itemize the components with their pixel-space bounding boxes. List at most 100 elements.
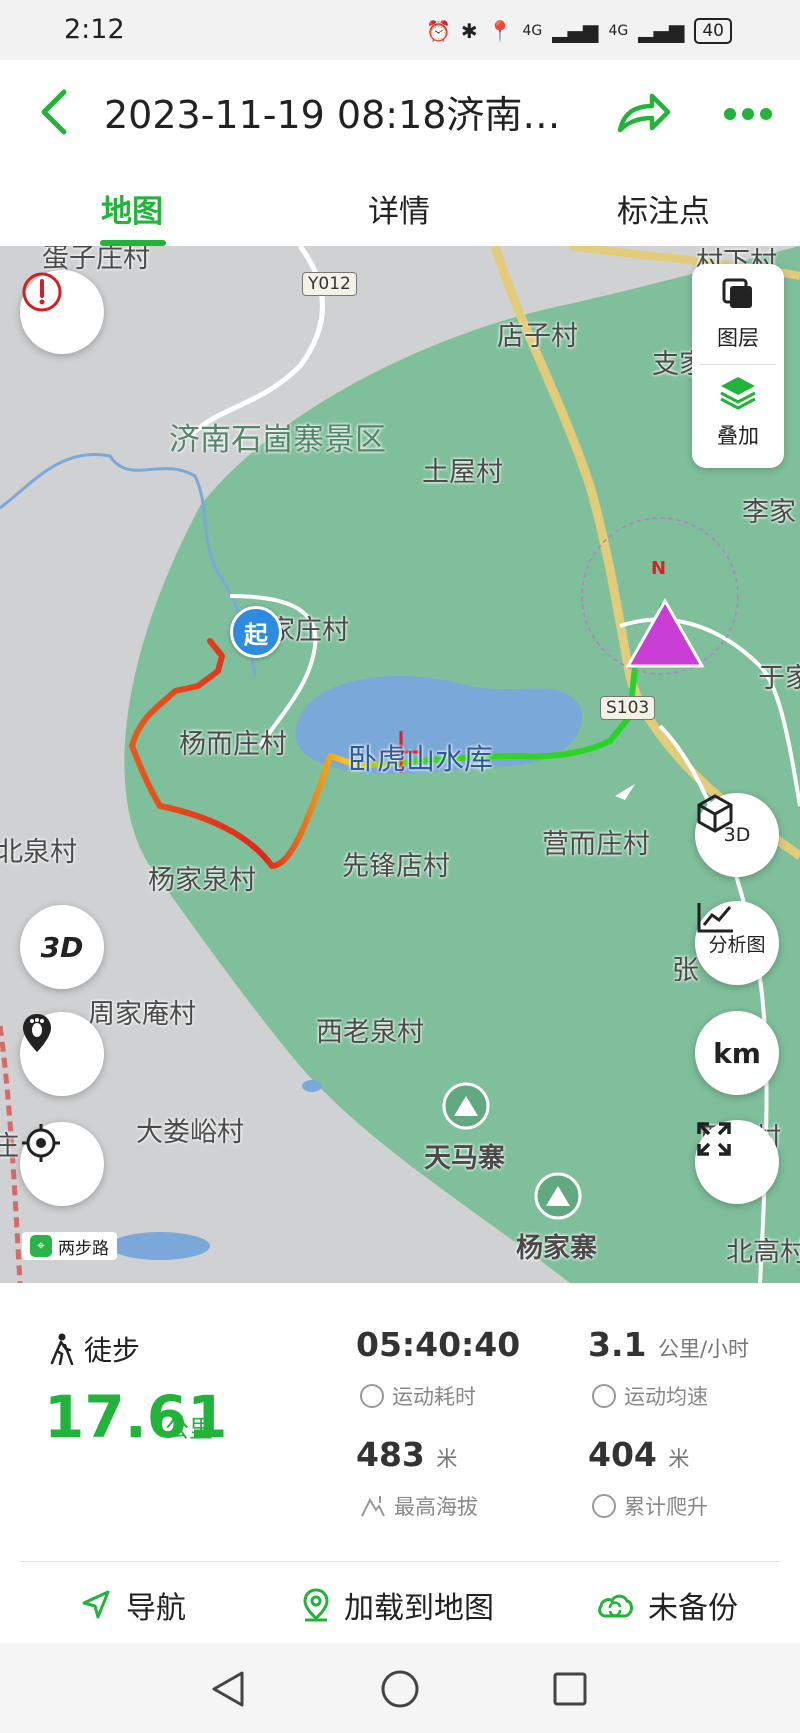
duration-label: 运动耗时 (392, 1385, 476, 1409)
tab-details[interactable]: 详情 (368, 186, 430, 231)
overlay-label[interactable]: 叠加 (692, 420, 784, 450)
nav-home-icon[interactable] (380, 1669, 420, 1709)
mountain-marker-yangjia (534, 1172, 582, 1220)
place-label: 周家庵村 (88, 999, 196, 1030)
map-pin-icon (303, 1588, 329, 1622)
scenic-area-label: 济南石崮寨景区 (169, 422, 386, 458)
total-climb-unit: 米 (668, 1447, 690, 1471)
compass-north-label: N (651, 558, 667, 579)
share-icon (617, 93, 671, 133)
lake-bottom (110, 1232, 210, 1260)
total-climb-row: 404 米 (588, 1435, 689, 1474)
reservoir-label: 卧虎山水库 (348, 742, 494, 776)
place-label: 杨家泉村 (148, 865, 256, 896)
analysis-chart-button[interactable]: 分析图 (695, 901, 779, 985)
layers-label[interactable]: 图层 (692, 322, 784, 352)
navigation-arrow-icon (82, 1590, 110, 1619)
layer-panel: 图层 叠加 (692, 264, 784, 468)
timer-icon (360, 1384, 384, 1408)
load-to-map-button[interactable]: 加载到地图 (302, 1583, 494, 1627)
tab-map[interactable]: 地图 (101, 186, 163, 231)
total-climb-label: 累计爬升 (624, 1495, 708, 1519)
location-icon: 📍 (487, 19, 513, 43)
crosshair-locate-icon (22, 1124, 60, 1162)
map-view[interactable]: 蛋子庄村 村下村 Y012 店子村 支家 济南石崮寨景区 土屋村 李家 家庄村 … (0, 246, 800, 1283)
place-label: 杨而庄村 (179, 729, 287, 760)
avg-speed-label: 运动均速 (624, 1385, 708, 1409)
more-dots-icon (724, 108, 772, 120)
max-altitude-label: 最高海拔 (394, 1495, 478, 1519)
cloud-sync-icon (598, 1594, 633, 1618)
expand-icon (697, 1122, 731, 1156)
line-chart-icon (697, 903, 733, 933)
system-nav-bar (0, 1643, 800, 1733)
place-label: 营而庄村 (542, 829, 650, 860)
fullscreen-button[interactable] (695, 1120, 779, 1204)
3d-text-icon: 3D (40, 930, 84, 964)
warning-button[interactable] (20, 270, 104, 354)
back-button[interactable] (30, 82, 80, 142)
distance-unit: 公里 (165, 1415, 213, 1443)
speedometer-icon (592, 1384, 616, 1408)
tab-waypoints[interactable]: 标注点 (617, 186, 710, 231)
unit-km-button[interactable]: km (695, 1011, 779, 1095)
page-title: 2023-11-19 08:18济南… (104, 93, 561, 137)
tab-bar: 地图 详情 标注点 (0, 168, 800, 246)
place-label: 北高村 (726, 1237, 800, 1268)
status-icons: ⏰ ✱ 📍 4G ▂▄▆ 4G ▂▄▆ 40 (426, 16, 732, 46)
stats-panel: 徒步 17.61 公里 05:40:40 运动耗时 3.1 公里/小时 运动均速… (0, 1283, 800, 1563)
nav-recents-icon[interactable] (552, 1671, 588, 1707)
layers-icon (722, 278, 752, 308)
max-altitude-label-row: 最高海拔 (360, 1491, 478, 1521)
hiking-icon (50, 1333, 74, 1365)
backup-status-button[interactable]: 未备份 (596, 1583, 738, 1627)
action-bar: 导航 加载到地图 未备份 (0, 1563, 800, 1643)
duration-value: 05:40:40 (356, 1325, 521, 1364)
max-altitude-row: 483 米 (356, 1435, 457, 1474)
signal-icon-2: ▂▄▆ (638, 19, 685, 43)
network-icon-1: 4G (522, 23, 543, 39)
cube-icon (697, 794, 733, 833)
road-tag-y012: Y012 (302, 272, 357, 296)
duration-label-row: 运动耗时 (360, 1381, 476, 1411)
bluetooth-icon: ✱ (460, 19, 478, 43)
panel-divider (700, 364, 776, 365)
brand-logo-icon: ⌖ (30, 1235, 52, 1257)
place-label: 张 (672, 955, 699, 986)
back-arrow-icon (41, 89, 67, 135)
place-label: 西老泉村 (316, 1017, 424, 1048)
footprint-pin-icon (23, 1014, 51, 1052)
start-marker[interactable]: 起 (230, 606, 282, 658)
load-to-map-label: 加载到地图 (344, 1591, 494, 1626)
road-tag-s103: S103 (600, 696, 656, 720)
share-button[interactable] (612, 86, 672, 142)
max-altitude-unit: 米 (436, 1447, 458, 1471)
place-label: 先锋店村 (342, 851, 450, 882)
place-label: 店子村 (497, 321, 578, 352)
3d-view-button[interactable]: 3D (695, 793, 779, 877)
place-label: 天马寨 (424, 1143, 505, 1174)
terrain-3d-button[interactable]: 3D (20, 905, 104, 989)
avg-speed-value: 3.1 (588, 1325, 647, 1364)
place-label: 庄 (0, 1131, 19, 1162)
more-button[interactable] (722, 102, 774, 126)
status-time: 2:12 (64, 14, 125, 45)
place-label: 杨家寨 (516, 1233, 597, 1264)
status-bar: 2:12 ⏰ ✱ 📍 4G ▂▄▆ 4G ▂▄▆ 40 (0, 0, 800, 60)
locate-me-button[interactable] (20, 1122, 104, 1206)
battery-icon: 40 (694, 18, 732, 44)
backup-status-label: 未备份 (648, 1591, 738, 1626)
mountain-marker-tianma (442, 1082, 490, 1130)
navigate-button[interactable]: 导航 (80, 1583, 186, 1627)
total-climb-label-row: 累计爬升 (592, 1491, 708, 1521)
network-icon-2: 4G (608, 23, 629, 39)
place-label: 北泉村 (0, 837, 77, 868)
overlay-stack-icon (720, 377, 756, 410)
nav-back-icon[interactable] (210, 1669, 246, 1709)
signal-icon-1: ▂▄▆ (552, 19, 599, 43)
pond (302, 1080, 322, 1092)
max-altitude-value: 483 (356, 1435, 425, 1474)
footprint-button[interactable] (20, 1012, 104, 1096)
place-label: 大娄峪村 (136, 1117, 244, 1148)
avg-speed-label-row: 运动均速 (592, 1381, 708, 1411)
